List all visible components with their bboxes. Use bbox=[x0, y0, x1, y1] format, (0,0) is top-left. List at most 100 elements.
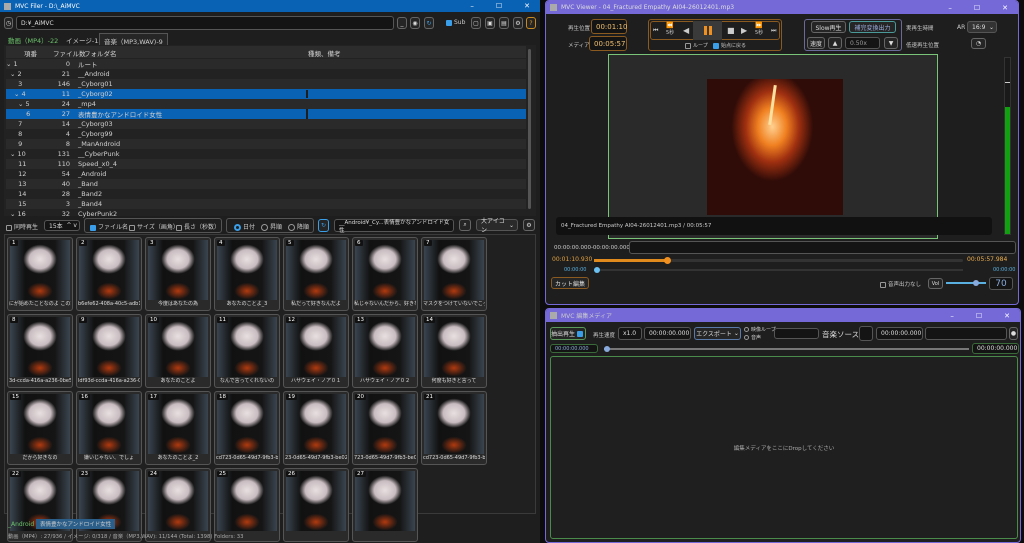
thumbnail-tile[interactable]: 15 だから好きなの bbox=[7, 391, 73, 465]
table-row[interactable]: 9 8 _ManAndroid bbox=[6, 139, 526, 149]
speed-up-button[interactable]: ▲ bbox=[828, 37, 842, 49]
table-row[interactable]: 11 110 Speed_x0_4 bbox=[6, 159, 526, 169]
music-path-field[interactable] bbox=[925, 327, 1007, 340]
reload-button[interactable]: ↻ bbox=[318, 219, 329, 232]
disc-button[interactable]: ◉ bbox=[410, 17, 420, 29]
export-button[interactable]: エクスポート ⌄ bbox=[694, 327, 741, 340]
stop-button[interactable]: ■ bbox=[727, 26, 735, 35]
table-row[interactable]: 13 40 _Band bbox=[6, 179, 526, 189]
sub-checkbox[interactable]: Sub bbox=[446, 19, 465, 26]
path-input[interactable]: D:¥_AiMVC bbox=[16, 16, 394, 30]
table-row[interactable]: 3 146 _Cyborg01 bbox=[6, 79, 526, 89]
close-icon[interactable]: ✕ bbox=[1004, 312, 1010, 320]
slow-play-button[interactable]: Slow再生 bbox=[811, 21, 846, 33]
count-select[interactable]: 15本 ^ v bbox=[44, 220, 80, 231]
speed-button[interactable]: 速度 bbox=[807, 37, 825, 49]
chevron-down-icon[interactable]: ⌄ bbox=[10, 70, 18, 78]
volume-handle[interactable] bbox=[973, 280, 979, 286]
thumbnail-tile[interactable]: 6 私じゃないんだから、好きなのは bbox=[352, 237, 418, 311]
table-row[interactable]: ⌄ 10 131 __CyberPunk bbox=[6, 149, 526, 159]
back-5s-button[interactable]: ⏪ 5秒 bbox=[666, 22, 674, 36]
capture-button[interactable]: ◔ bbox=[971, 38, 986, 49]
tab-video[interactable]: 動画（MP4）-22 bbox=[8, 35, 58, 45]
pause-button[interactable] bbox=[693, 21, 722, 40]
edit-slider-handle[interactable] bbox=[604, 346, 610, 352]
volume-value[interactable]: 70 bbox=[989, 277, 1013, 290]
col-notes[interactable]: 種類、備考 bbox=[308, 48, 341, 58]
table-row[interactable]: 7 14 _Cyborg03 bbox=[6, 119, 526, 129]
drop-zone[interactable]: 編集メディアをここにDropしてください bbox=[550, 356, 1018, 539]
thumbnail-tile[interactable]: 24 bbox=[145, 468, 211, 542]
tab-image[interactable]: イメージ-15 bbox=[66, 35, 103, 45]
thumbnail-tile[interactable]: 12 ハサウェイ・ノア０１ bbox=[283, 314, 349, 388]
table-row[interactable]: 6 27 表情豊かなアンドロイド女性 bbox=[6, 109, 526, 119]
maximize-icon[interactable]: ☐ bbox=[974, 4, 980, 12]
thumbnail-tile[interactable]: 26 bbox=[283, 468, 349, 542]
thumbnail-tile[interactable]: 23 bbox=[76, 468, 142, 542]
speed-down-button[interactable]: ▼ bbox=[884, 37, 898, 49]
window-button[interactable]: ▢ bbox=[471, 17, 481, 29]
chevron-down-icon[interactable]: ⌄ bbox=[6, 60, 14, 68]
thumbnail-tile[interactable]: 8 3d-ccda-416a-a236-0be5c bbox=[7, 314, 73, 388]
thumbnail-tile[interactable]: 10 あなたのことよ bbox=[145, 314, 211, 388]
skip-start-button[interactable]: ⏮ bbox=[653, 27, 658, 35]
history-button[interactable]: ◷ bbox=[4, 17, 13, 29]
volume-slider[interactable] bbox=[946, 280, 986, 286]
sort-asc-radio[interactable]: 昇順 bbox=[261, 222, 282, 231]
thumbnail-tile[interactable]: 11 なんで言ってくれないの bbox=[214, 314, 280, 388]
settings-button[interactable]: ⚙ bbox=[513, 17, 523, 29]
thumbnail-tile[interactable]: 7 マスクをつけていないでこっちを! bbox=[421, 237, 487, 311]
editor-button[interactable]: ▤ bbox=[499, 17, 509, 29]
chevron-down-icon[interactable]: ⌄ bbox=[18, 100, 26, 108]
viewer-button[interactable]: ▣ bbox=[485, 17, 495, 29]
step-forward-button[interactable]: ▶ bbox=[741, 26, 747, 35]
cut-edit-button[interactable]: カット編集 bbox=[551, 277, 589, 289]
loop-checkbox[interactable]: ループ bbox=[685, 42, 708, 49]
sort-length-checkbox[interactable]: 長さ（秒数） bbox=[176, 222, 220, 231]
crumb-parent[interactable]: _Android bbox=[8, 521, 34, 528]
crumb-current[interactable]: 表情豊かなアンドロイド女性 bbox=[36, 519, 116, 529]
thumbnail-tile[interactable]: 27 bbox=[352, 468, 418, 542]
return-start-checkbox[interactable]: 始点に戻る bbox=[713, 42, 746, 49]
browse-button[interactable]: _ bbox=[397, 17, 407, 29]
current-folder-field[interactable]: __Android¥_Cy...表情豊かなアンドロイド女性 bbox=[334, 219, 454, 234]
seek-track[interactable] bbox=[594, 257, 963, 264]
sort-filename-checkbox[interactable]: ファイル名 bbox=[90, 222, 128, 231]
help-button[interactable]: ? bbox=[526, 17, 536, 29]
col-count[interactable]: ファイル数 bbox=[53, 48, 86, 58]
maximize-icon[interactable]: ☐ bbox=[976, 312, 982, 320]
time-field-1[interactable]: 00:00:00.000 bbox=[644, 327, 691, 340]
minimize-icon[interactable]: – bbox=[950, 312, 954, 320]
thumbnail-tile[interactable]: 16 嫌いじゃない、でしょ bbox=[76, 391, 142, 465]
music-source-box[interactable] bbox=[859, 326, 873, 341]
thumbnail-tile[interactable]: 25 bbox=[214, 468, 280, 542]
thumbnail-tile[interactable]: 17 あなたのことよ_2 bbox=[145, 391, 211, 465]
sub-seek-handle[interactable] bbox=[594, 267, 600, 273]
thumbnail-tile[interactable]: 21 cd723-0d65-49d7-9fb3-be bbox=[421, 391, 487, 465]
close-icon[interactable]: ✕ bbox=[1002, 4, 1008, 12]
thumbnail-tile[interactable]: 5 私だって好きなんだよ bbox=[283, 237, 349, 311]
rate-select[interactable]: x1.0 bbox=[618, 327, 642, 340]
seek-handle[interactable] bbox=[664, 257, 672, 264]
thumbnail-tile[interactable]: 20 723-0d65-49d7-9fb3-be0 bbox=[352, 391, 418, 465]
sort-date-radio[interactable]: 日付 bbox=[234, 222, 255, 231]
thumbnail-tile[interactable]: 1 にが始めたことなのよ この計画 bbox=[7, 237, 73, 311]
sync-play-checkbox[interactable]: 同時再生 bbox=[6, 222, 38, 231]
thumbnail-tile[interactable]: 22 bbox=[7, 468, 73, 542]
close-icon[interactable]: ✕ bbox=[524, 2, 530, 10]
thumbnail-tile[interactable]: 2 b6efe62-408a-40c5-adb1-a bbox=[76, 237, 142, 311]
music-options-button[interactable]: ● bbox=[1009, 327, 1018, 340]
blank-field[interactable] bbox=[774, 328, 819, 339]
speed-field[interactable]: 0.50x bbox=[845, 37, 880, 49]
extract-play-button[interactable]: 抽出再生 bbox=[550, 327, 586, 340]
chevron-down-icon[interactable]: ⌄ bbox=[14, 90, 22, 98]
table-scrollbar[interactable] bbox=[528, 49, 531, 209]
thumbnail-tile[interactable]: 4 あなたのことよ_3 bbox=[214, 237, 280, 311]
aspect-ratio-select[interactable]: 16:9 ⌄ bbox=[967, 21, 997, 33]
edit-slider[interactable] bbox=[604, 346, 969, 352]
sub-seek-track[interactable] bbox=[594, 267, 963, 273]
maximize-icon[interactable]: ☐ bbox=[496, 2, 502, 10]
volume-button[interactable]: Vol bbox=[928, 278, 943, 289]
table-row[interactable]: 8 4 _Cyborg99 bbox=[6, 129, 526, 139]
thumbnail-tile[interactable]: 9 ldf93d-ccda-416a-a236-0b bbox=[76, 314, 142, 388]
